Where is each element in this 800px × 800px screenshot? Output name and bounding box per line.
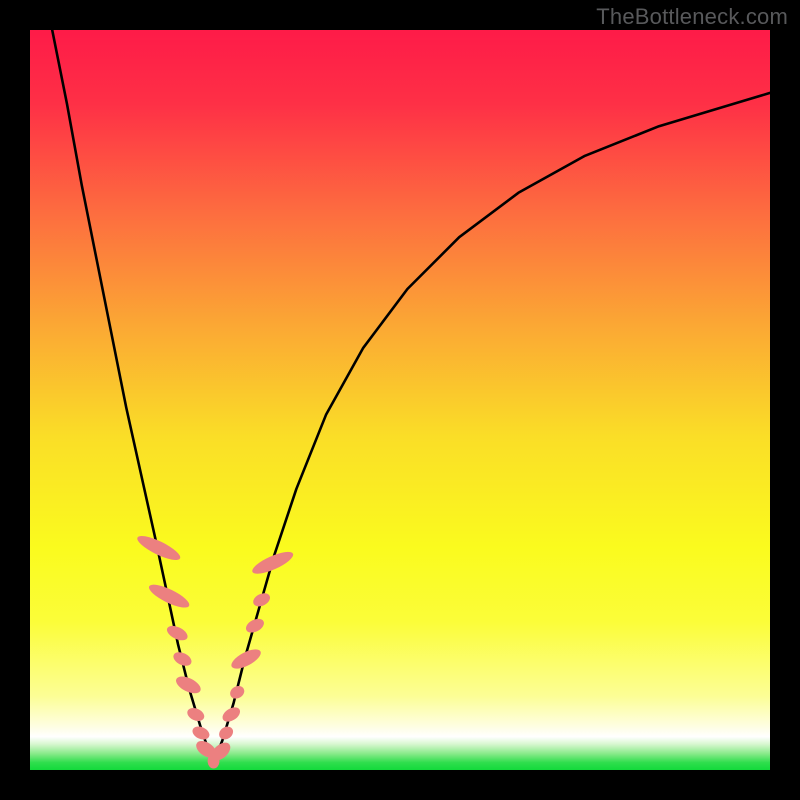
chart-frame bbox=[30, 30, 770, 770]
curve-left-branch bbox=[52, 30, 213, 763]
accent-marker bbox=[251, 591, 272, 609]
accent-marker bbox=[250, 548, 296, 578]
accent-marker bbox=[228, 683, 247, 701]
watermark-text: TheBottleneck.com bbox=[596, 4, 788, 30]
chart-curves bbox=[30, 30, 770, 770]
curve-right-branch bbox=[214, 93, 770, 763]
accent-marker bbox=[173, 673, 203, 697]
